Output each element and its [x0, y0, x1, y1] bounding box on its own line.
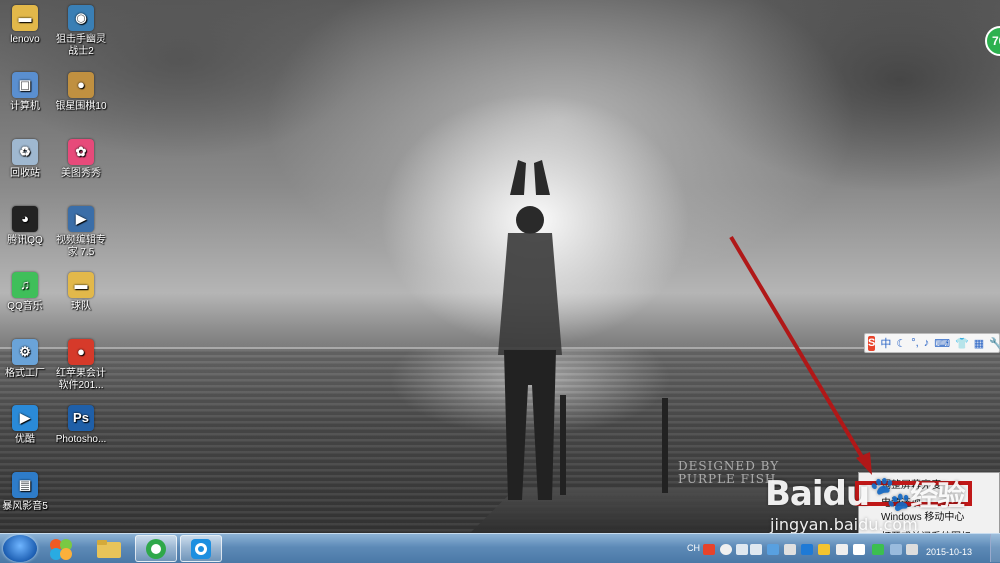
desktop-icon[interactable]: ● 红苹果会计软件201...	[52, 339, 110, 392]
start-button[interactable]	[3, 535, 37, 562]
signal-tray-icon[interactable]	[906, 544, 918, 555]
wallpaper-figure	[498, 160, 562, 500]
media-player-icon	[191, 538, 211, 559]
desktop-icon[interactable]: Ps Photosho...	[52, 405, 110, 446]
wallpaper-designer-text: DESIGNED BY PURPLE FISH	[678, 460, 779, 486]
desktop-icon-label: Photosho...	[55, 434, 107, 445]
taskbar-app-360-browser[interactable]	[135, 535, 177, 562]
punct-tray-icon[interactable]	[736, 544, 748, 555]
video-editor-icon: ▶	[68, 206, 94, 232]
show-desktop-button[interactable]	[990, 534, 1000, 562]
desktop-icon-label: 优酷	[15, 434, 35, 445]
desktop-icon[interactable]: ◉ 狙击手幽灵战士2	[52, 5, 110, 58]
desktop-icon-label: 格式工厂	[5, 368, 45, 379]
flag-tray-icon[interactable]	[853, 544, 865, 555]
taskbar-app-explorer[interactable]	[88, 535, 130, 562]
baofeng-icon: ▤	[12, 472, 38, 498]
desktop-icon-label: 视频编辑专家 7.5	[56, 235, 106, 258]
browser-icon	[146, 538, 166, 559]
taskbar-app-games[interactable]	[40, 535, 82, 562]
ime-mode-label[interactable]: 中	[880, 335, 891, 351]
red-apple-icon: ●	[68, 339, 94, 365]
desktop-icon-label: 暴风影音5	[2, 501, 48, 512]
jingyan-url: jingyan.baidu.com	[770, 515, 918, 534]
taskbar-app-media[interactable]	[180, 535, 222, 562]
network-tray-icon[interactable]	[767, 544, 779, 555]
computer-icon: ▣	[12, 72, 38, 98]
battery-tray-icon[interactable]	[872, 544, 884, 555]
baidu-paw-icon: 🐾	[869, 474, 911, 514]
desktop-icon[interactable]: ⚙ 格式工厂	[0, 339, 54, 380]
desktop-icon[interactable]: ◕ 腾讯QQ	[0, 206, 54, 247]
desktop-icon[interactable]: ● 银星围棋10	[52, 72, 110, 113]
baidu-text: Baidu	[765, 474, 870, 514]
desktop-icon-label: 狙击手幽灵战士2	[56, 34, 106, 57]
game-icon: ◉	[68, 5, 94, 31]
desktop-icon-label: 银星围棋10	[55, 101, 107, 112]
pier-post	[662, 398, 668, 493]
folder-icon: ▬	[12, 5, 38, 31]
volume-tray-icon[interactable]	[836, 544, 848, 555]
qq-icon: ◕	[12, 206, 38, 232]
moon-icon[interactable]: ☾	[896, 337, 906, 350]
wrench-icon[interactable]: 🔧	[989, 337, 1000, 350]
desktop-icon-label: 计算机	[10, 101, 40, 112]
desktop-icon[interactable]: ♫ QQ音乐	[0, 272, 54, 313]
desktop-icon[interactable]: ▶ 视频编辑专家 7.5	[52, 206, 110, 259]
youku-icon: ▶	[12, 405, 38, 431]
desktop-icon[interactable]: ▣ 计算机	[0, 72, 54, 113]
desktop-icon[interactable]: ✿ 美图秀秀	[52, 139, 110, 180]
desktop-icon-label: 腾讯QQ	[7, 235, 43, 246]
baidu-watermark: Baidu🐾经验	[765, 474, 965, 514]
qq-music-icon: ♫	[12, 272, 38, 298]
desktop-icon-label: 红苹果会计软件201...	[56, 368, 106, 391]
desktop-icon-label: 回收站	[10, 168, 40, 179]
meitu-icon: ✿	[68, 139, 94, 165]
voice-icon[interactable]: ♪	[924, 337, 930, 349]
display-tray-icon[interactable]	[890, 544, 902, 555]
moon-tray-icon[interactable]	[720, 544, 732, 555]
360-tray-icon[interactable]	[784, 544, 796, 555]
security-tray-icon[interactable]	[818, 544, 830, 555]
folder-icon	[97, 539, 121, 558]
games-icon	[50, 538, 72, 560]
desktop-wallpaper: DESIGNED BY PURPLE FISH	[0, 0, 1000, 533]
desktop-icon-label: 美图秀秀	[61, 168, 101, 179]
desktop-icon-label: 球队	[71, 301, 91, 312]
folder-icon: ▬	[68, 272, 94, 298]
language-indicator[interactable]: CH	[687, 543, 700, 553]
photoshop-icon: Ps	[68, 405, 94, 431]
purple-fish-text: PURPLE FISH	[678, 472, 777, 486]
desktop-icon[interactable]: ▶ 优酷	[0, 405, 54, 446]
sogou-logo-icon[interactable]: S	[868, 335, 876, 351]
go-game-icon: ●	[68, 72, 94, 98]
help-tray-icon[interactable]	[750, 544, 762, 555]
taskbar: CH	[0, 533, 1000, 563]
format-factory-icon: ⚙	[12, 339, 38, 365]
desktop-icon[interactable]: ▤ 暴风影音5	[0, 472, 54, 513]
desktop-icon[interactable]: ▬ lenovo	[0, 5, 54, 46]
baidu-jingyan-text: 经验	[910, 479, 965, 512]
desktop-icon-label: QQ音乐	[7, 301, 43, 312]
sogou-tray-icon[interactable]	[703, 544, 715, 555]
desktop-icon[interactable]: ▬ 球队	[52, 272, 110, 313]
keyboard-icon[interactable]: ⌨	[934, 337, 950, 350]
desktop-icon[interactable]: ♻ 回收站	[0, 139, 54, 180]
clock-date[interactable]: 2015-10-13	[926, 547, 972, 557]
ime-toolbar[interactable]: S 中 ☾ °, ♪ ⌨ 👕 ▦ 🔧	[864, 333, 1000, 353]
recycle-bin-icon: ♻	[12, 139, 38, 165]
desktop-icon-label: lenovo	[10, 34, 40, 45]
windows-tray-icon[interactable]	[801, 544, 813, 555]
skin-icon[interactable]: 👕	[955, 337, 969, 350]
menu-grid-icon[interactable]: ▦	[974, 337, 984, 350]
punctuation-icon[interactable]: °,	[911, 337, 918, 349]
